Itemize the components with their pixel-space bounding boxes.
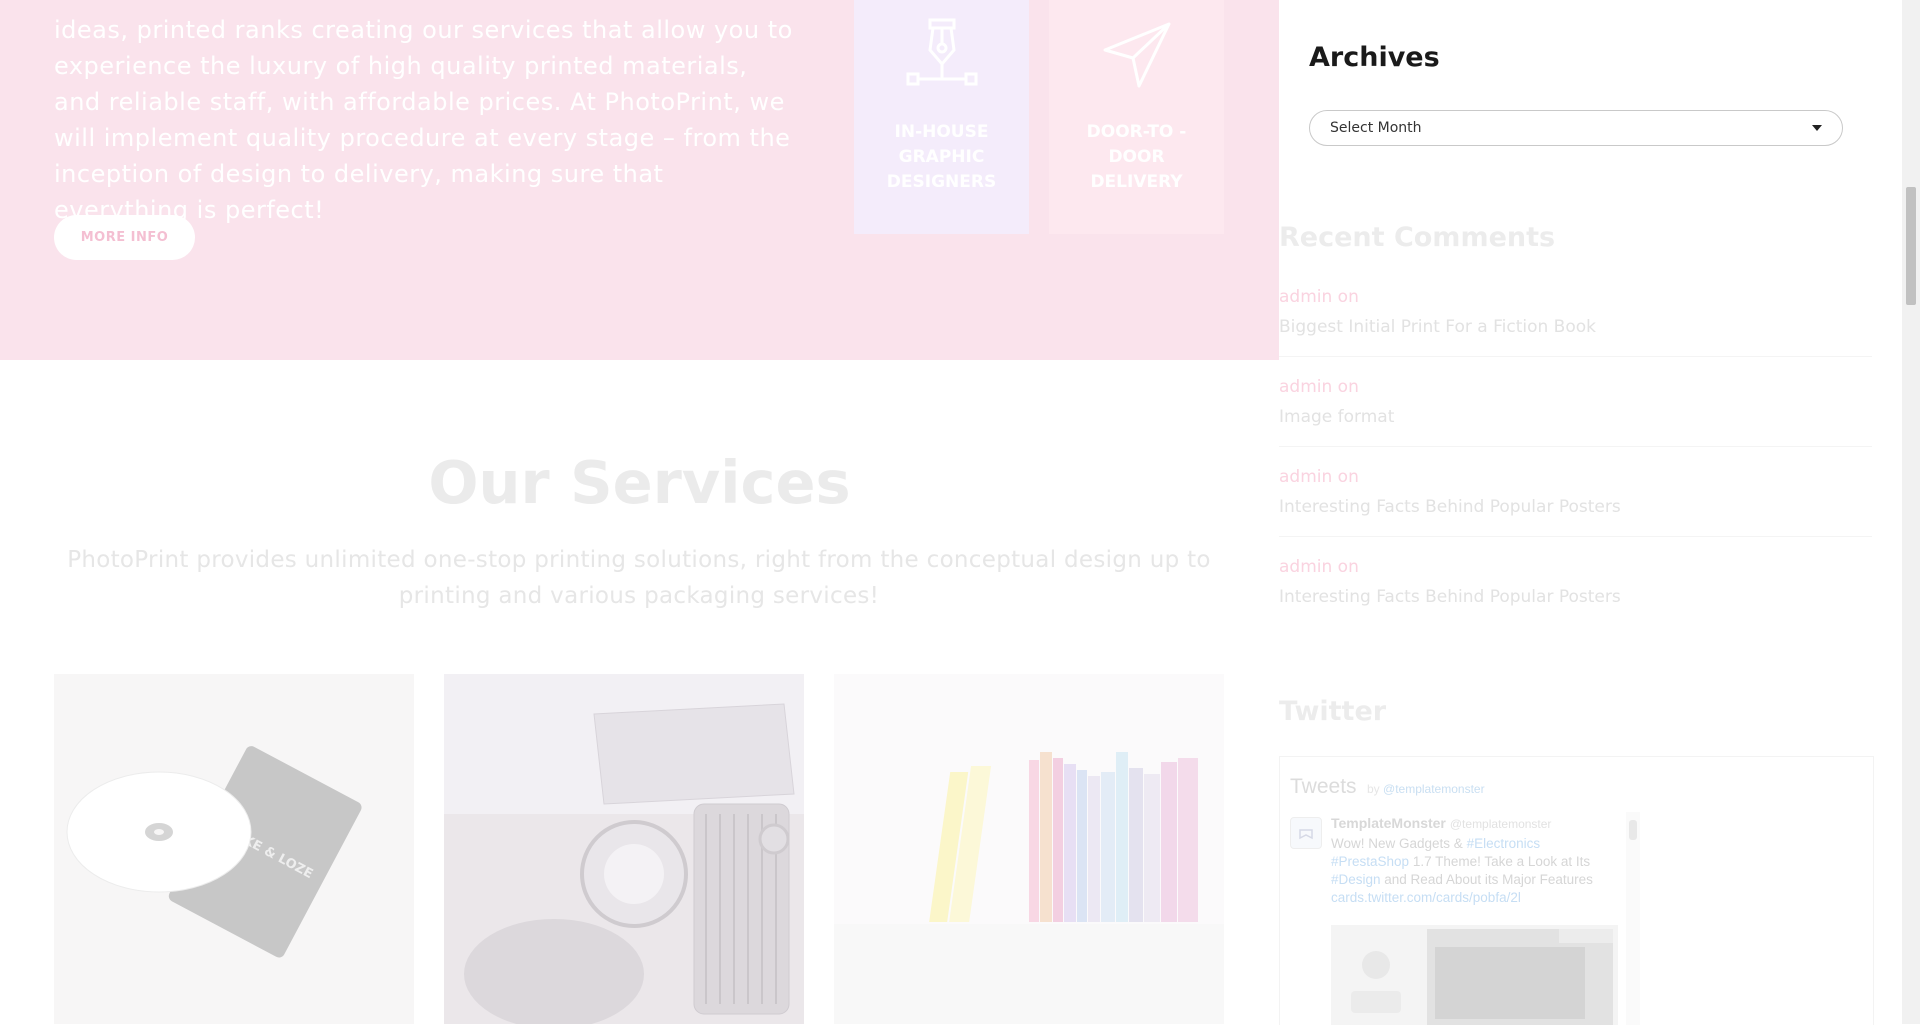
recent-comments-heading: Recent Comments [1279,222,1556,253]
hashtag-link[interactable]: #Design [1331,872,1381,887]
about-band: ideas, printed ranks creating our servic… [0,0,1279,360]
chevron-down-icon [1812,125,1822,131]
services-title: Our Services [428,448,851,517]
comment-post-link[interactable]: Interesting Facts Behind Popular Posters [1279,582,1879,612]
twitter-widget-byline: by @templatemonster [1367,782,1485,796]
comment-author[interactable]: admin on [1279,552,1879,582]
feature-label: IN-HOUSE GRAPHIC DESIGNERS [886,122,997,192]
pen-tool-icon [906,18,977,86]
select-value: Select Month [1330,120,1422,136]
twitter-widget-header: Tweets by @templatemonster [1290,775,1485,799]
hashtag-link[interactable]: #PrestaShop [1331,854,1409,869]
comment-post-link[interactable]: Image format [1279,402,1879,432]
service-card-vintage-car[interactable] [444,674,804,1024]
feature-door-delivery: DOOR-TO -DOOR DELIVERY [1049,0,1224,234]
divider [1279,536,1872,537]
about-intro-text: ideas, printed ranks creating our servic… [54,16,793,224]
divider [1279,356,1872,357]
byline-prefix: by [1366,782,1380,796]
tweet-text-part: and Read About its Major Features [1380,872,1593,887]
service-card-packaging[interactable]: DIKE & LOZE [54,674,414,1024]
comment-item: admin on Image format [1279,372,1879,432]
cd-packaging-image: DIKE & LOZE [66,746,362,958]
twitter-widget-title: Tweets [1290,775,1357,798]
comment-post-link[interactable]: Biggest Initial Print For a Fiction Book [1279,312,1879,342]
feature-graphic-designers: IN-HOUSE GRAPHIC DESIGNERS [854,0,1029,234]
comment-item: admin on Interesting Facts Behind Popula… [1279,552,1879,612]
twitter-timeline-widget: Tweets by @templatemonster TemplateMonst… [1279,756,1874,1025]
tweet-author-handle: @templatemonster [1449,817,1552,831]
comment-item: admin on Interesting Facts Behind Popula… [1279,462,1879,522]
more-info-button[interactable]: MORE INFO [54,215,195,260]
twitter-handle-link[interactable]: @templatemonster [1383,782,1485,796]
page-scrollbar[interactable] [1902,0,1920,1024]
tweet-media-image[interactable] [1331,925,1618,1025]
comment-author[interactable]: admin on [1279,372,1879,402]
service-card-books[interactable] [834,674,1224,1024]
page-scrollbar-thumb[interactable] [1906,187,1916,305]
feature-label: DOOR-TO -DOOR DELIVERY [1086,122,1187,192]
paper-plane-icon [1103,22,1170,88]
archives-month-select[interactable]: Select Month [1309,110,1843,146]
tweet-text-part: 1.7 Theme! Take a Look at Its [1409,854,1591,869]
hashtag-link[interactable]: #Electronics [1467,836,1541,851]
tweet-author[interactable]: TemplateMonster @templatemonster [1331,815,1551,831]
tweet-media-preview [1331,925,1618,1025]
twitter-heading: Twitter [1279,696,1387,727]
tweet-text: Wow! New Gadgets & #Electronics #PrestaS… [1331,835,1621,907]
archives-heading: Archives [1309,42,1440,73]
tweets-scrollbar[interactable] [1626,812,1640,1025]
scrollbar-thumb[interactable] [1629,820,1637,840]
comment-author[interactable]: admin on [1279,462,1879,492]
tweet-card-link[interactable]: cards.twitter.com/cards/pobfa/2l [1331,890,1521,905]
colored-books-image [834,752,1224,1024]
tweet-author-name: TemplateMonster [1331,815,1446,831]
avatar[interactable] [1290,817,1322,849]
vintage-car-image [444,674,804,1024]
services-description: PhotoPrint provides unlimited one-stop p… [67,547,1211,609]
comment-post-link[interactable]: Interesting Facts Behind Popular Posters [1279,492,1879,522]
divider [1279,446,1872,447]
comment-item: admin on Biggest Initial Print For a Fic… [1279,282,1879,342]
tweet-text-part: Wow! New Gadgets & [1331,836,1467,851]
comment-author[interactable]: admin on [1279,282,1879,312]
